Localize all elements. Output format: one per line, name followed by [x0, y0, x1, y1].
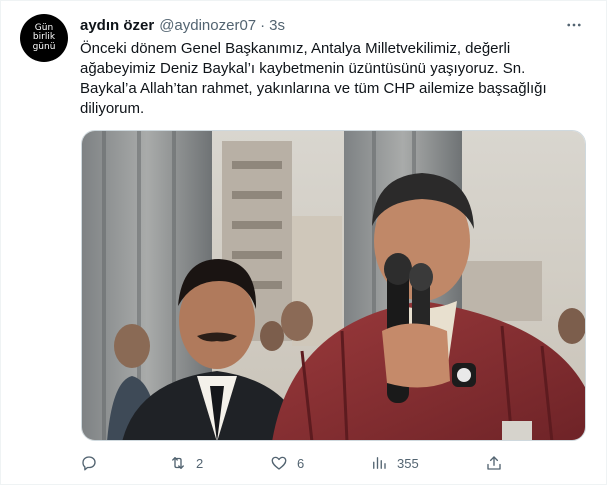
more-horizontal-icon: [567, 23, 581, 27]
photo-icon: [82, 131, 585, 440]
separator-dot: ·: [260, 16, 266, 34]
reply-button[interactable]: [80, 451, 107, 475]
display-name[interactable]: aydın özer: [80, 17, 154, 34]
retweet-count: 2: [196, 455, 204, 471]
more-options-button[interactable]: [564, 15, 584, 35]
share-button[interactable]: [485, 451, 503, 475]
views-count: 355: [397, 455, 419, 471]
tweet-header: aydın özer @aydinozer07 · 3s: [80, 15, 285, 35]
share-icon: [487, 456, 501, 470]
tweet-text: Önceki dönem Genel Başkanımız, Antalya M…: [80, 40, 547, 117]
avatar-text-line-3: günü: [32, 41, 56, 52]
avatar[interactable]: Gün birlik günü: [20, 14, 68, 62]
reply-icon: [82, 456, 96, 471]
tweet-photo[interactable]: [81, 130, 586, 441]
like-button[interactable]: 6: [270, 451, 304, 475]
hand: [382, 323, 450, 388]
retweet-button[interactable]: 2: [169, 451, 203, 475]
views-icon: [373, 457, 386, 469]
retweet-icon: [172, 457, 184, 469]
like-count: 6: [297, 455, 305, 471]
action-bar: 2 6 355: [80, 451, 510, 475]
user-handle[interactable]: @aydinozer07: [159, 17, 256, 34]
timestamp[interactable]: 3s: [269, 17, 285, 34]
tweet-card: Gün birlik günü aydın özer @aydinozer07 …: [0, 0, 607, 485]
views-button[interactable]: 355: [370, 451, 419, 475]
heart-icon: [271, 456, 287, 470]
